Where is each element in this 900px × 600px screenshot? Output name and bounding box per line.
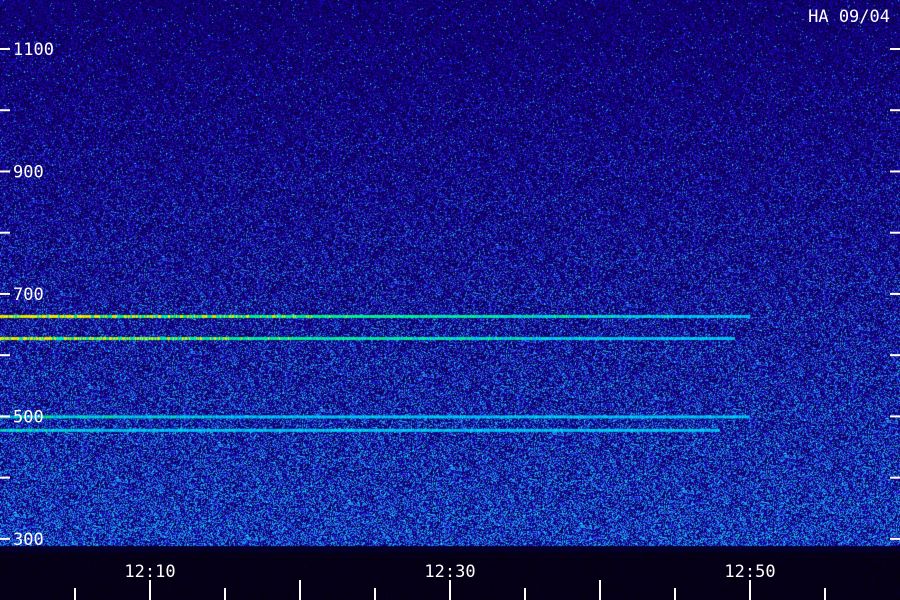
y-tick-label: 300 bbox=[13, 530, 44, 550]
x-tick-label: 12:10 bbox=[124, 562, 175, 582]
y-tick-right bbox=[890, 415, 900, 418]
y-minor-tick bbox=[890, 231, 900, 234]
y-axis: 1100 900 700 500 300 bbox=[0, 40, 900, 550]
x-minor-tick bbox=[224, 588, 226, 600]
x-minor-tick bbox=[524, 588, 526, 600]
y-minor-tick bbox=[890, 109, 900, 112]
y-minor-tick bbox=[890, 476, 900, 479]
y-tick bbox=[0, 292, 10, 295]
y-minor-tick bbox=[0, 354, 10, 357]
y-tick-label: 500 bbox=[13, 407, 44, 427]
y-tick bbox=[0, 47, 10, 50]
y-minor-tick bbox=[0, 476, 10, 479]
x-axis: 12:10 12:30 12:50 bbox=[74, 562, 826, 600]
axes-overlay: 1100 900 700 500 300 12:10 12:30 12:50 HA 09/0… bbox=[0, 7, 900, 600]
x-tick-label: 12:50 bbox=[724, 562, 775, 582]
x-minor-tick bbox=[374, 588, 376, 600]
y-tick-right bbox=[890, 292, 900, 295]
x-tick bbox=[599, 580, 601, 600]
y-minor-tick bbox=[890, 354, 900, 357]
y-tick-right bbox=[890, 47, 900, 50]
x-tick bbox=[449, 580, 451, 600]
x-minor-tick bbox=[824, 588, 826, 600]
x-tick-label: 12:30 bbox=[424, 562, 475, 582]
y-tick bbox=[0, 170, 10, 173]
y-tick-label: 700 bbox=[13, 285, 44, 305]
y-minor-tick bbox=[0, 109, 10, 112]
y-tick-label: 900 bbox=[13, 162, 44, 182]
y-tick-right bbox=[890, 537, 900, 540]
x-tick bbox=[299, 580, 301, 600]
y-tick bbox=[0, 537, 10, 540]
x-minor-tick bbox=[674, 588, 676, 600]
x-tick bbox=[149, 580, 151, 600]
y-minor-tick bbox=[0, 231, 10, 234]
station-date-label: HA 09/04 bbox=[808, 7, 890, 27]
y-tick-label: 1100 bbox=[13, 40, 54, 60]
x-tick bbox=[749, 580, 751, 600]
y-tick bbox=[0, 415, 10, 418]
y-tick-right bbox=[890, 170, 900, 173]
x-minor-tick bbox=[74, 588, 76, 600]
